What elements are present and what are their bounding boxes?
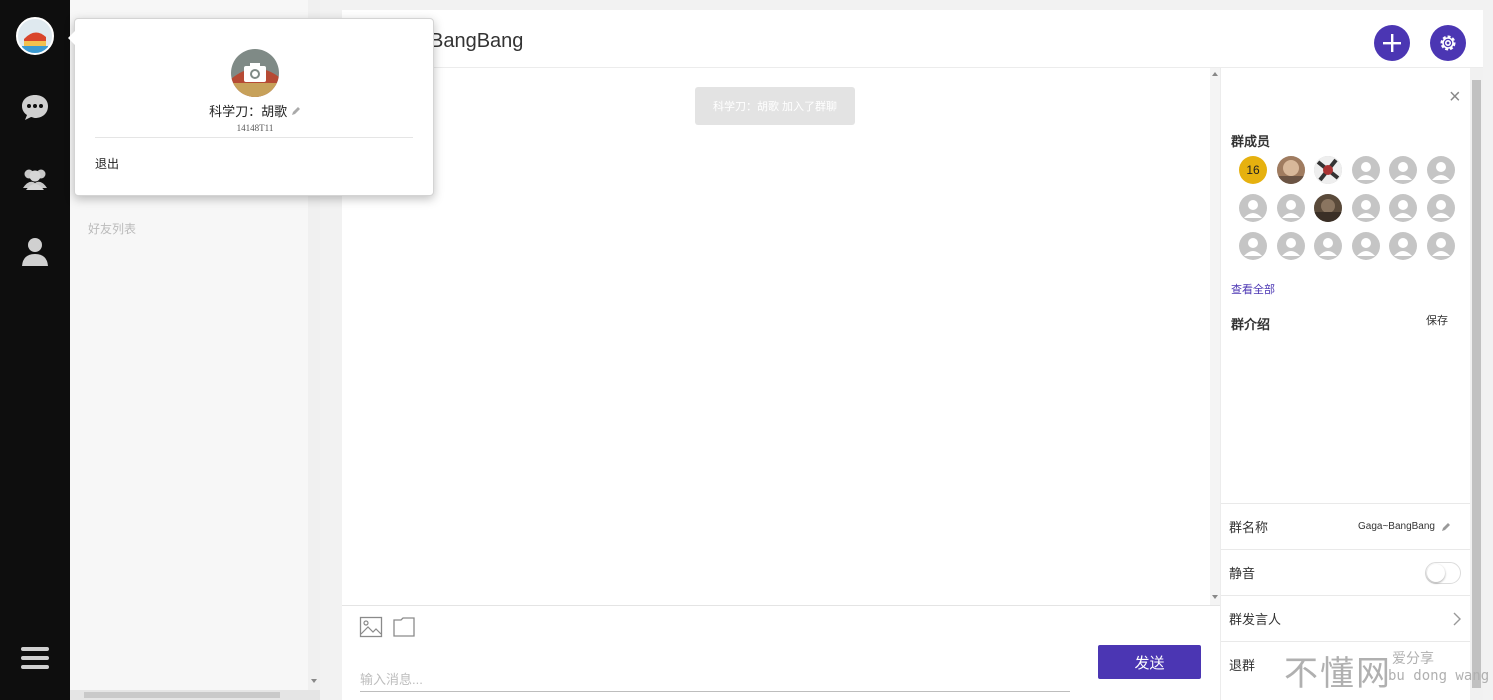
watermark-line1: 爱分享 [1392,650,1434,666]
send-file-button[interactable] [392,616,416,638]
person-icon [1394,200,1412,218]
person-icon [1244,238,1262,256]
profile-popup: 科学刀：胡歌 14148T11 退出 [68,18,435,196]
member-avatar-default[interactable] [1389,232,1417,260]
close-icon[interactable]: × [1449,86,1461,109]
menu-button[interactable] [17,640,53,676]
person-icon [1244,200,1262,218]
logout-button[interactable]: 退出 [95,155,119,172]
member-avatar-default[interactable] [1427,194,1455,222]
member-avatar[interactable] [1314,194,1342,222]
settings-button[interactable] [1430,25,1466,61]
person-icon [1282,238,1300,256]
settings-scrollbar[interactable] [1470,68,1483,700]
person-icon [1282,200,1300,218]
save-intro-button[interactable]: 保存 [1426,312,1448,328]
member-avatar[interactable] [1277,156,1305,184]
member-avatar-default[interactable] [1389,156,1417,184]
group-name-row[interactable]: 群名称 Gaga~BangBang [1221,503,1471,549]
person-icon [22,238,48,266]
watermark: 不懂网 爱分享 bu dong wang [1284,646,1489,695]
chevron-right-icon [1453,612,1461,625]
add-button[interactable] [1374,25,1410,61]
image-icon [359,616,383,638]
left-nav [0,0,70,700]
toggle-knob [1427,563,1445,582]
group-icon [23,169,47,190]
person-icon [1432,200,1450,218]
member-avatar-default[interactable] [1277,232,1305,260]
mute-label: 静音 [1229,566,1256,581]
menu-icon [21,647,49,669]
chat-nav-button[interactable] [17,89,53,125]
person-icon [1432,162,1450,180]
groups-nav-button[interactable] [17,161,53,197]
chat-title: BangBang [430,30,524,52]
popup-caret [68,31,75,45]
message-area[interactable]: 科学刀：胡歌 加入了群聊 [342,68,1210,605]
group-name-value: Gaga~BangBang [1357,521,1435,532]
profile-name-line: 科学刀：胡歌 [75,101,435,120]
group-settings-panel: × 群成员 16 查看全部 群介绍 保存 群名称 Gaga~BangBang 静… [1220,68,1471,700]
message-composer: 发送 [342,605,1220,700]
person-icon [1319,238,1337,256]
popup-divider [95,137,413,138]
profile-id: 14148T11 [236,123,274,133]
send-image-button[interactable] [359,616,383,638]
person-icon [1357,200,1375,218]
member-avatar-default[interactable] [1427,156,1455,184]
mute-toggle[interactable] [1425,561,1461,584]
view-all-members-link[interactable]: 查看全部 [1231,281,1275,297]
member-avatar-default[interactable] [1277,194,1305,222]
system-message: 科学刀：胡歌 加入了群聊 [695,87,855,125]
member-avatar-default[interactable] [1239,232,1267,260]
chat-icon [22,95,48,120]
friends-list-title: 好友列表 [88,222,137,236]
person-icon [1394,238,1412,256]
profile-nav-button[interactable] [17,233,53,269]
member-avatar-default[interactable] [1427,232,1455,260]
scrollbar-thumb[interactable] [1472,80,1481,688]
watermark-title: 不懂网 [1284,654,1392,694]
user-avatar[interactable] [16,17,54,55]
message-scrollbar[interactable] [1210,68,1220,605]
contacts-horizontal-scrollbar[interactable] [70,690,320,700]
message-input[interactable] [360,668,1070,692]
person-icon [1357,238,1375,256]
mute-row: 静音 [1221,549,1471,595]
profile-avatar[interactable] [231,49,279,97]
group-name-label: 群名称 [1229,520,1269,535]
edit-icon[interactable] [1441,522,1451,532]
member-avatar-default[interactable] [1239,194,1267,222]
group-intro-title: 群介绍 [1231,317,1271,332]
profile-name: 科学刀：胡歌 [209,104,288,119]
edit-icon[interactable] [291,106,301,116]
person-icon [1357,162,1375,180]
members-title: 群成员 [1231,134,1271,149]
member-avatar-default[interactable] [1389,194,1417,222]
gear-icon [1440,35,1456,51]
person-icon [1432,238,1450,256]
watermark-line2: bu dong wang [1388,668,1490,684]
member-avatar-default[interactable] [1352,156,1380,184]
member-avatar-default[interactable] [1352,194,1380,222]
member-avatar-default[interactable] [1314,232,1342,260]
member-avatar[interactable] [1314,156,1342,184]
group-speakers-label: 群发言人 [1229,612,1282,627]
leave-group-label: 退群 [1229,658,1256,673]
app-root: 好友列表 BangBang 科学刀：胡歌 加入了群聊 输入消息... 发送 × … [0,0,1493,700]
scrollbar-thumb[interactable] [84,692,280,698]
folder-icon [393,617,415,637]
plus-icon [1383,34,1401,52]
chat-header: BangBang [342,10,1483,68]
member-avatar-default[interactable] [1352,232,1380,260]
person-icon [1394,162,1412,180]
group-speakers-row[interactable]: 群发言人 [1221,595,1471,641]
member-count-badge[interactable]: 16 [1239,156,1267,184]
send-button[interactable]: 发送 [1098,645,1201,679]
